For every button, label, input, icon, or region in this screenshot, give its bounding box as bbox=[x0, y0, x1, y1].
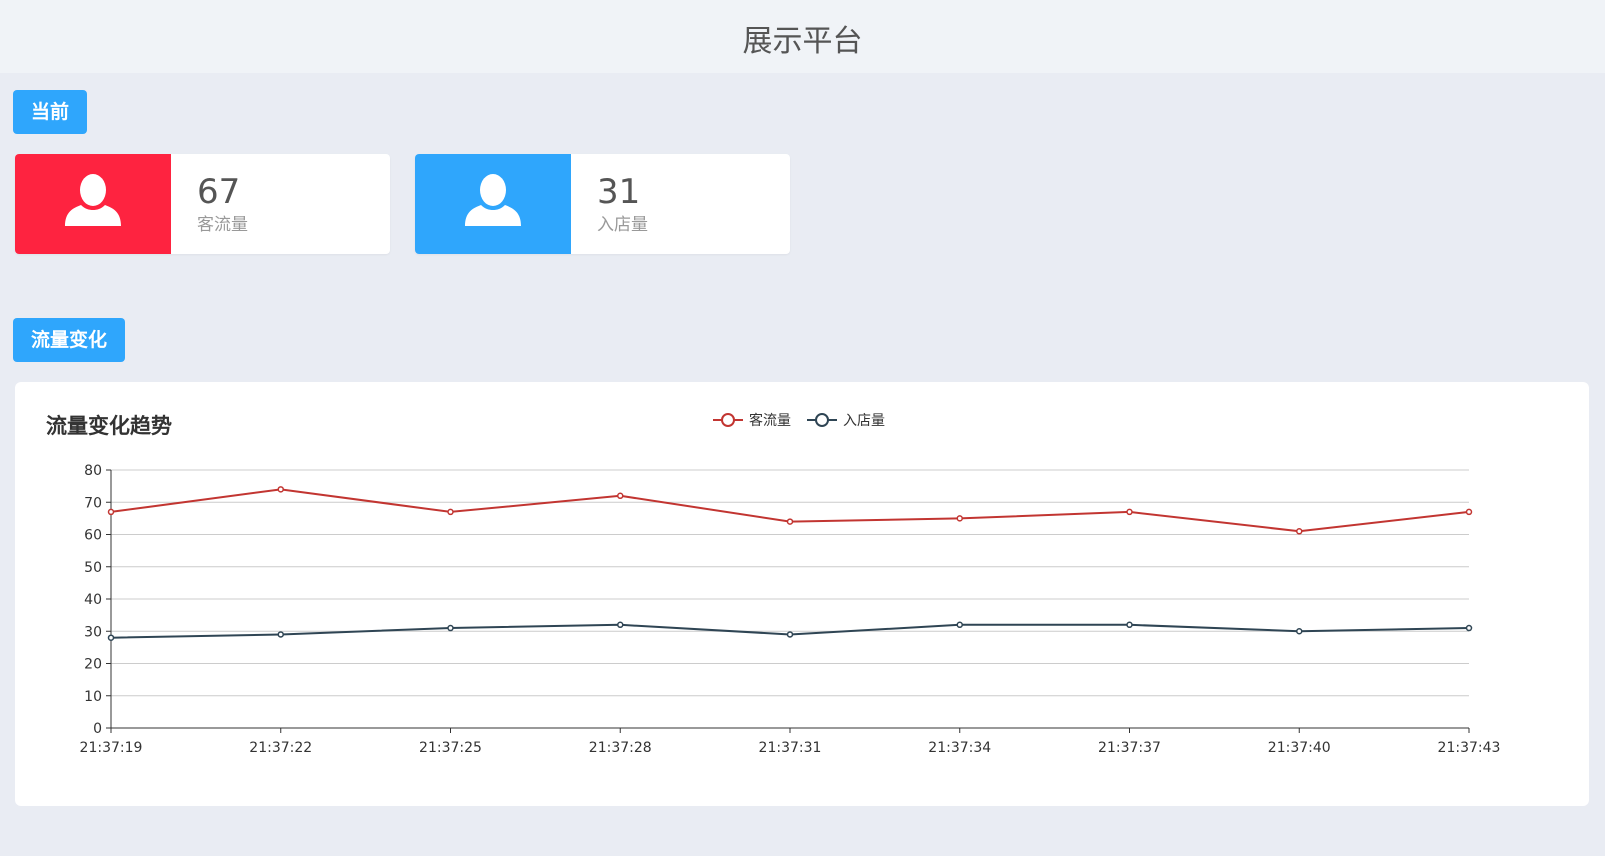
x-tick-label: 21:37:37 bbox=[1098, 740, 1161, 756]
series-line-0 bbox=[110, 488, 1470, 533]
page-title: 展示平台 bbox=[742, 24, 863, 59]
user-icon bbox=[65, 174, 121, 226]
y-tick-label: 50 bbox=[84, 560, 102, 576]
data-point bbox=[617, 621, 624, 629]
x-tick-label: 21:37:25 bbox=[419, 740, 482, 756]
x-tick-label: 21:37:31 bbox=[759, 740, 822, 756]
data-point bbox=[1296, 628, 1303, 635]
entry-count: 31 bbox=[597, 172, 641, 212]
legend-item-entries[interactable]: 入店量 bbox=[807, 410, 885, 430]
trend-chart-card: 0 10 20 30 40 50 60 70 80 21:37:19 21:37:22 21:37:2… bbox=[15, 382, 1589, 806]
data-point bbox=[956, 515, 963, 522]
data-point bbox=[1296, 528, 1303, 535]
stat-icon-box bbox=[415, 154, 571, 254]
legend-marker-icon bbox=[713, 413, 743, 427]
stat-card-visitors: 67 客流量 bbox=[15, 154, 390, 254]
x-tick-label: 21:37:28 bbox=[589, 740, 652, 756]
trend-badge: 流量变化 bbox=[13, 318, 126, 362]
y-tick-label: 80 bbox=[84, 463, 102, 479]
y-tick-label: 60 bbox=[84, 528, 102, 544]
x-tick-label: 21:37:40 bbox=[1268, 740, 1331, 756]
data-point bbox=[1126, 508, 1133, 516]
data-point bbox=[107, 634, 115, 641]
legend-item-visitors[interactable]: 客流量 bbox=[713, 410, 791, 430]
data-point bbox=[1465, 508, 1473, 516]
y-tick-label: 70 bbox=[84, 495, 102, 511]
legend-marker-icon bbox=[807, 413, 837, 427]
visitor-label: 客流量 bbox=[197, 215, 248, 235]
data-point bbox=[617, 492, 624, 500]
data-point bbox=[1126, 621, 1133, 629]
x-tick-label: 21:37:22 bbox=[249, 740, 312, 756]
chart-legend: 客流量 入店量 bbox=[713, 410, 901, 430]
legend-label: 入店量 bbox=[843, 413, 885, 429]
y-tick-label: 40 bbox=[84, 592, 102, 608]
user-icon bbox=[465, 174, 521, 226]
y-tick-label: 30 bbox=[84, 624, 102, 640]
trend-chart: 0 10 20 30 40 50 60 70 80 21:37:19 21:37:22 21:37:2… bbox=[80, 463, 1501, 756]
entry-label: 入店量 bbox=[597, 215, 648, 235]
legend-label: 客流量 bbox=[749, 413, 791, 429]
data-point bbox=[786, 631, 794, 638]
data-point bbox=[107, 508, 115, 516]
data-point bbox=[277, 486, 284, 493]
data-point bbox=[786, 518, 794, 525]
data-point bbox=[1465, 624, 1473, 632]
y-tick-label: 0 bbox=[93, 721, 102, 737]
stat-card-entries: 31 入店量 bbox=[415, 154, 790, 254]
data-point bbox=[277, 631, 284, 638]
stat-icon-box bbox=[15, 154, 171, 254]
x-tick-label: 21:37:34 bbox=[928, 740, 991, 756]
x-tick-label: 21:37:19 bbox=[80, 740, 143, 756]
data-point bbox=[447, 624, 454, 632]
page-header: 展示平台 bbox=[0, 0, 1605, 73]
visitor-count: 67 bbox=[197, 172, 241, 212]
data-point bbox=[447, 508, 454, 516]
x-tick-label: 21:37:43 bbox=[1438, 740, 1501, 756]
y-tick-label: 20 bbox=[84, 657, 102, 673]
data-point bbox=[956, 621, 963, 629]
current-badge: 当前 bbox=[13, 90, 88, 134]
chart-title: 流量变化趋势 bbox=[46, 414, 172, 438]
y-tick-label: 10 bbox=[84, 689, 102, 705]
